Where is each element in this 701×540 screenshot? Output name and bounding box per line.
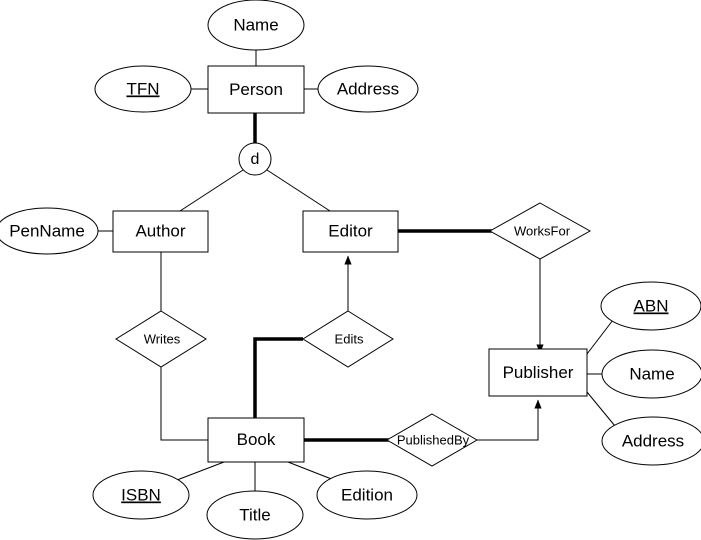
entity-publisher[interactable]: Publisher — [488, 348, 588, 397]
attribute-publisher-abn[interactable]: ABN — [600, 281, 701, 331]
edge-book-edition — [287, 461, 335, 481]
edge-disjoint-to-author — [179, 169, 244, 212]
attribute-publisher-name[interactable]: Name — [601, 349, 701, 399]
relationship-label: Writes — [144, 331, 181, 346]
attribute-label: Name — [233, 15, 278, 34]
entity-label: Person — [229, 80, 283, 99]
er-diagram-canvas: Person Author Editor Publisher Book d Na… — [0, 0, 701, 540]
attribute-label: PenName — [9, 221, 85, 240]
relationship-label: Edits — [335, 331, 364, 346]
entity-person[interactable]: Person — [207, 65, 305, 114]
attribute-label-key: ABN — [634, 296, 669, 315]
edge-disjoint-to-editor — [266, 169, 331, 212]
attribute-label: Address — [337, 79, 399, 98]
relationship-label: PublishedBy — [397, 432, 470, 447]
entity-label: Book — [237, 430, 276, 449]
relationship-worksfor[interactable]: WorksFor — [488, 202, 592, 260]
edge-edits-to-book — [253, 337, 303, 418]
entity-author[interactable]: Author — [112, 210, 209, 253]
relationship-label: WorksFor — [514, 223, 571, 238]
edge-publisher-abn — [586, 319, 614, 355]
attribute-book-isbn[interactable]: ISBN — [92, 470, 190, 520]
attribute-label: Title — [239, 505, 271, 524]
attribute-publisher-address[interactable]: Address — [601, 416, 701, 466]
connector-lines — [98, 50, 616, 491]
relationship-edits[interactable]: Edits — [302, 310, 394, 368]
entity-editor[interactable]: Editor — [302, 210, 399, 253]
attribute-person-tfn[interactable]: TFN — [94, 65, 192, 113]
entity-label: Editor — [328, 221, 373, 240]
attribute-person-name[interactable]: Name — [207, 0, 305, 51]
attribute-book-title[interactable]: Title — [206, 490, 304, 540]
attribute-book-edition[interactable]: Edition — [316, 470, 418, 520]
edge-writes-to-book — [160, 367, 208, 441]
attribute-label: Address — [622, 431, 684, 450]
edge-publishedby-to-publisher — [477, 399, 542, 441]
attribute-author-penname[interactable]: PenName — [0, 207, 99, 255]
specialization-label: d — [251, 151, 260, 168]
er-diagram-svg: Person Author Editor Publisher Book d Na… — [0, 0, 701, 540]
entity-label: Author — [135, 221, 185, 240]
relationship-writes[interactable]: Writes — [115, 310, 207, 368]
attribute-label: Edition — [341, 485, 393, 504]
attribute-label-key: TFN — [126, 79, 159, 98]
attribute-label: Name — [629, 364, 674, 383]
edge-publisher-address — [586, 391, 616, 427]
attribute-person-address[interactable]: Address — [317, 65, 419, 113]
relationship-publishedby[interactable]: PublishedBy — [386, 413, 478, 467]
entity-label: Publisher — [503, 363, 574, 382]
disjoint-specialization-circle[interactable]: d — [238, 142, 272, 176]
attribute-label-key: ISBN — [121, 485, 161, 504]
edge-book-isbn — [176, 461, 225, 481]
entity-book[interactable]: Book — [207, 417, 305, 463]
